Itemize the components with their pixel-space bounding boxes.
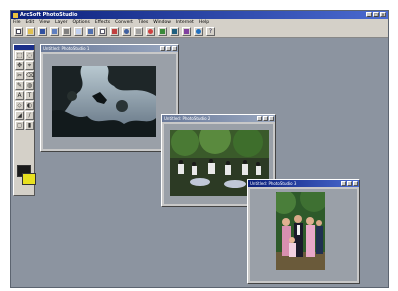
clone-tool[interactable]: ◍ xyxy=(25,81,34,90)
menu-edit[interactable]: Edit xyxy=(26,20,35,25)
copy-icon[interactable] xyxy=(98,27,107,36)
menu-effects[interactable]: Effects xyxy=(95,20,110,25)
save-icon[interactable] xyxy=(38,27,47,36)
document-controls xyxy=(341,181,358,186)
close-button[interactable]: × xyxy=(380,12,386,17)
maximize-button[interactable] xyxy=(347,181,352,186)
smudge-tool[interactable]: ◐ xyxy=(25,101,34,110)
scan-icon[interactable] xyxy=(50,27,59,36)
tool-palette: ⬚ ◌ ✥ ⌖ ✂ ⌫ ✎ ◍ A T ⬦ ◐ ◢ ∕ ◻ ▮ xyxy=(13,44,36,196)
paste-icon[interactable] xyxy=(110,27,119,36)
menu-help[interactable]: Help xyxy=(199,20,209,25)
effects-icon[interactable] xyxy=(182,27,191,36)
document-title[interactable]: Untitled: PhotoStudio 1 xyxy=(41,45,178,52)
menu-internet[interactable]: Internet xyxy=(176,20,194,25)
gradient-tool[interactable]: ◢ xyxy=(15,111,24,120)
minimize-button[interactable]: _ xyxy=(366,12,372,17)
pencil-tool[interactable]: ✎ xyxy=(15,81,24,90)
email-icon[interactable] xyxy=(74,27,83,36)
crop-tool[interactable]: ✂ xyxy=(15,71,24,80)
redo-icon[interactable] xyxy=(134,27,143,36)
minimize-button[interactable] xyxy=(341,181,346,186)
web-icon[interactable] xyxy=(194,27,203,36)
cut-icon[interactable] xyxy=(86,27,95,36)
menu-tiles[interactable]: Tiles xyxy=(138,20,148,25)
eraser-tool[interactable]: ⌫ xyxy=(25,71,34,80)
background-color-swatch[interactable] xyxy=(22,173,36,185)
menu-convert[interactable]: Convert xyxy=(115,20,133,25)
maximize-button[interactable] xyxy=(263,116,268,121)
maximize-button[interactable]: □ xyxy=(373,12,379,17)
minimize-button[interactable] xyxy=(257,116,262,121)
window-controls: _ □ × xyxy=(366,12,386,17)
move-tool[interactable]: ✥ xyxy=(15,61,24,70)
app-window: ArcSoft PhotoStudio _ □ × File Edit View… xyxy=(10,10,389,288)
document-window-1[interactable]: Untitled: PhotoStudio 1 xyxy=(40,44,179,152)
shape-tool[interactable]: ◻ xyxy=(15,121,24,130)
document-controls xyxy=(160,46,177,51)
fill-tool[interactable]: ⬦ xyxy=(15,101,24,110)
app-title: ArcSoft PhotoStudio xyxy=(20,12,78,18)
tool-grid: ⬚ ◌ ✥ ⌖ ✂ ⌫ ✎ ◍ A T ⬦ ◐ ◢ ∕ ◻ ▮ xyxy=(14,50,34,131)
line-tool[interactable]: ∕ xyxy=(25,111,34,120)
app-icon xyxy=(13,12,18,18)
minimize-button[interactable] xyxy=(160,46,165,51)
menu-layer[interactable]: Layer xyxy=(55,20,68,25)
document-controls xyxy=(257,116,274,121)
marquee-tool[interactable]: ⬚ xyxy=(15,51,24,60)
close-button[interactable] xyxy=(353,181,358,186)
maximize-button[interactable] xyxy=(166,46,171,51)
document-window-3[interactable]: Untitled: PhotoStudio 3 xyxy=(247,179,360,284)
help-icon[interactable]: ? xyxy=(206,27,215,36)
title-bar[interactable]: ArcSoft PhotoStudio _ □ × xyxy=(11,11,388,19)
close-button[interactable] xyxy=(172,46,177,51)
close-button[interactable] xyxy=(269,116,274,121)
rotate-icon[interactable] xyxy=(170,27,179,36)
document-canvas[interactable] xyxy=(250,189,357,281)
type-tool[interactable]: T xyxy=(25,91,34,100)
menu-view[interactable]: View xyxy=(39,20,50,25)
photo-silhouette-trees xyxy=(52,66,156,137)
magic-wand-tool[interactable]: ⌖ xyxy=(25,61,34,70)
menu-window[interactable]: Window xyxy=(153,20,171,25)
new-icon[interactable] xyxy=(14,27,23,36)
lasso-tool[interactable]: ◌ xyxy=(25,51,34,60)
eyedropper-tool[interactable]: ▮ xyxy=(25,121,34,130)
zoom-icon[interactable] xyxy=(146,27,155,36)
crop-icon[interactable] xyxy=(158,27,167,36)
menu-file[interactable]: File xyxy=(13,20,21,25)
main-toolbar: ? xyxy=(11,26,388,38)
open-icon[interactable] xyxy=(26,27,35,36)
photo-family-portrait xyxy=(276,192,325,270)
undo-icon[interactable] xyxy=(122,27,131,36)
text-tool[interactable]: A xyxy=(15,91,24,100)
menu-bar: File Edit View Layer Options Effects Con… xyxy=(11,19,388,26)
print-icon[interactable] xyxy=(62,27,71,36)
menu-options[interactable]: Options xyxy=(72,20,89,25)
document-canvas[interactable] xyxy=(43,54,176,149)
